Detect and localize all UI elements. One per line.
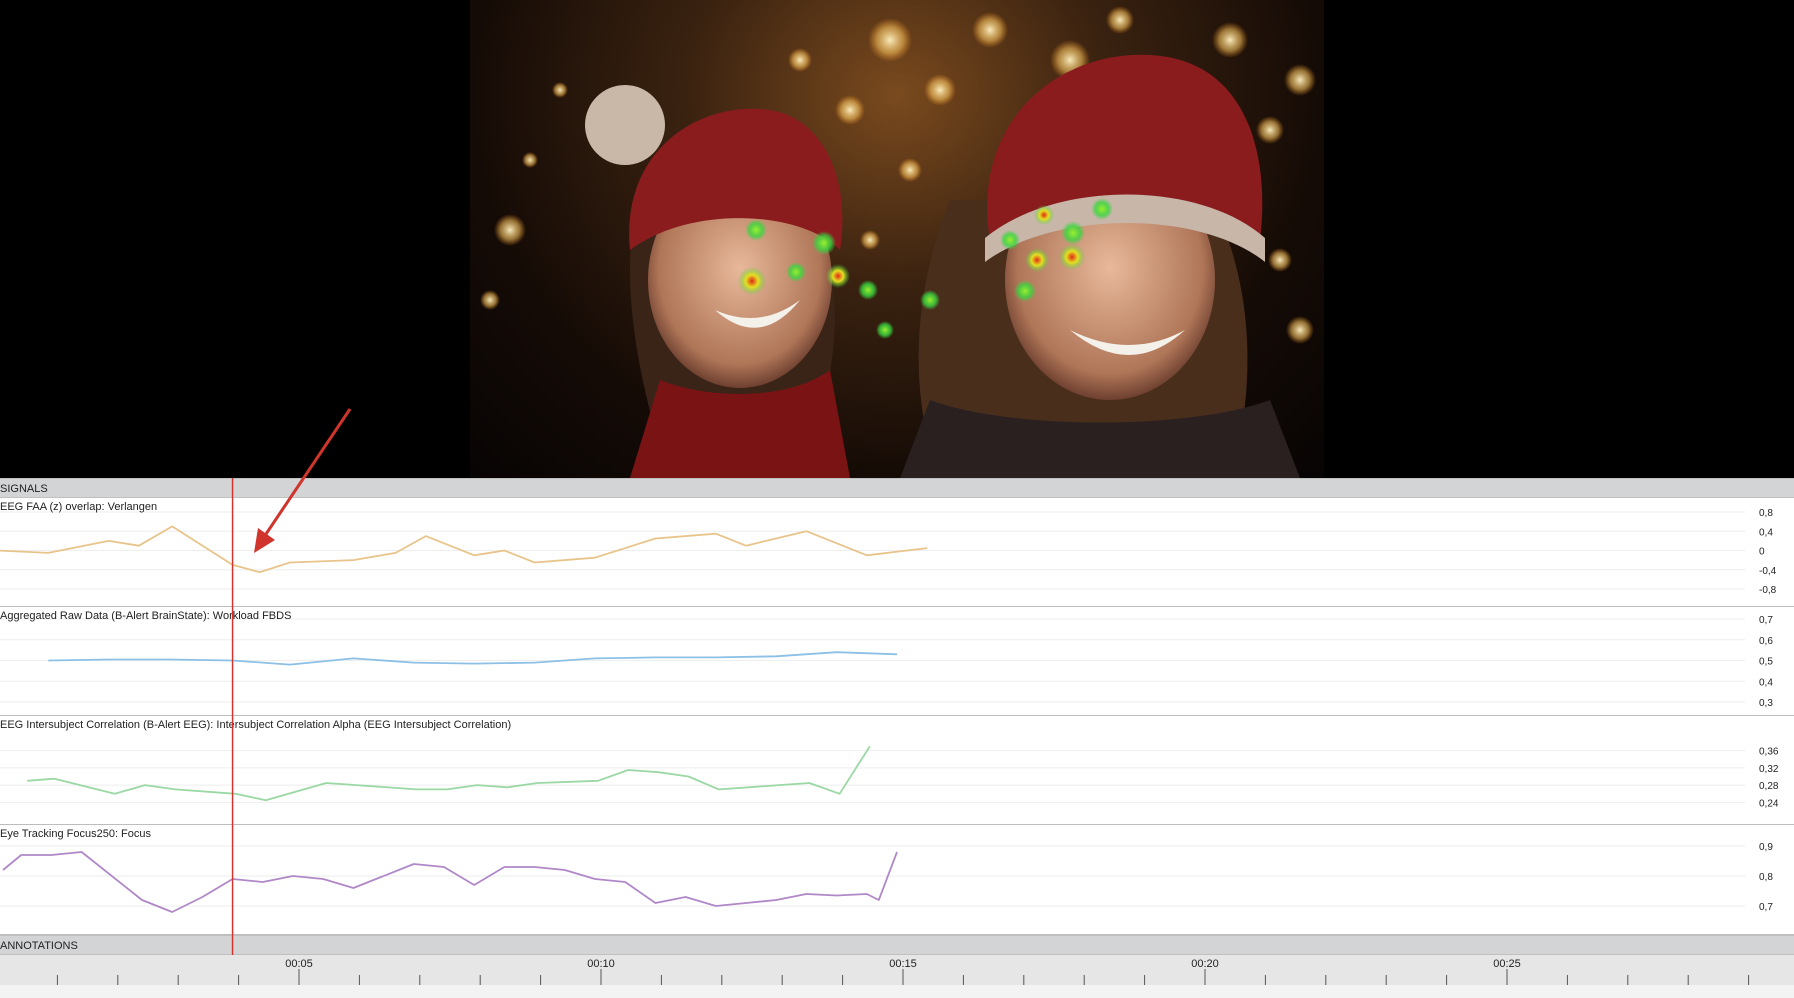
y-tick-label: 0,36 (1759, 747, 1779, 758)
gaze-fixation (876, 321, 894, 339)
bokeh-light (494, 214, 526, 246)
y-tick-label: 0,7 (1759, 615, 1773, 626)
bokeh-light (1212, 22, 1248, 58)
gaze-fixation (812, 231, 836, 255)
status-bar (0, 985, 1794, 998)
bokeh-light (552, 82, 568, 98)
gaze-fixation-hot (1034, 205, 1054, 225)
bokeh-light (1286, 316, 1314, 344)
timeline-ruler[interactable]: 00:05 00:10 00:15 00:20 00:25 (0, 955, 1794, 985)
signals-section-label: SIGNALS (0, 483, 48, 495)
bokeh-light (522, 152, 538, 168)
signal-line (2, 851, 898, 913)
signal-lane-workload[interactable]: 0,7 0,6 0,5 0,4 0,3 Aggregated Raw Data (B-A… (0, 607, 1794, 716)
y-tick-label: 0,4 (1759, 527, 1773, 538)
y-tick-label: 0,8 (1759, 508, 1773, 519)
y-tick-label: 0,8 (1759, 872, 1773, 883)
bokeh-light (1106, 6, 1134, 34)
signal-plot: 0,36 0,32 0,28 0,24 (0, 745, 1779, 809)
bokeh-light (788, 48, 812, 72)
bokeh-light (1256, 116, 1284, 144)
gaze-fixation (1061, 221, 1085, 245)
signal-line (0, 525, 928, 574)
gaze-fixation (858, 280, 878, 300)
signals-section-header[interactable]: SIGNALS (0, 478, 1794, 498)
bokeh-light (480, 290, 500, 310)
bokeh-light (924, 74, 956, 106)
y-tick-label: 0,3 (1759, 698, 1773, 709)
signal-lane-isc-alpha[interactable]: 0,36 0,32 0,28 0,24 EEG Intersubject Correl… (0, 716, 1794, 825)
time-tick-label: 00:10 (587, 958, 615, 970)
time-tick-label: 00:20 (1191, 958, 1219, 970)
y-tick-label: 0 (1759, 547, 1765, 558)
y-tick-label: 0,7 (1759, 902, 1773, 913)
stimulus-illustration (480, 6, 1316, 478)
gaze-fixation-hot (826, 264, 850, 288)
gaze-fixation-hot (1025, 248, 1049, 272)
signal-plot: 0,8 0,4 0 -0,4 -0,8 (0, 508, 1777, 596)
bokeh-light (860, 230, 880, 250)
y-tick-label: 0,9 (1759, 842, 1773, 853)
bokeh-light (1284, 64, 1316, 96)
time-tick-label: 00:25 (1493, 958, 1521, 970)
stimulus-viewer (0, 0, 1794, 478)
signals-panel: SIGNALS 0,8 0,4 0 -0,4 -0,8 EEG FAA (z) over… (0, 478, 1794, 998)
y-tick-label: 0,32 (1759, 764, 1779, 775)
y-tick-label: 0,24 (1759, 798, 1779, 809)
gaze-fixation (786, 262, 806, 282)
signal-label: Eye Tracking Focus250: Focus (0, 828, 152, 840)
signal-lane-eeg-faa[interactable]: 0,8 0,4 0 -0,4 -0,8 EEG FAA (z) overlap: Ver… (0, 498, 1794, 607)
gaze-fixation (1014, 280, 1036, 302)
signal-label: EEG FAA (z) overlap: Verlangen (0, 501, 158, 513)
signal-line (48, 651, 898, 666)
y-tick-label: 0,4 (1759, 677, 1773, 688)
gaze-fixation-hot (738, 267, 766, 295)
time-tick-label: 00:15 (889, 958, 917, 970)
gaze-fixation (745, 219, 767, 241)
time-tick-label: 00:05 (285, 958, 313, 970)
bokeh-light (972, 12, 1008, 48)
bokeh-light (898, 158, 922, 182)
y-tick-label: 0,6 (1759, 636, 1773, 647)
bokeh-light (835, 95, 865, 125)
annotations-section-header[interactable]: ANNOTATIONS (0, 935, 1794, 955)
bokeh-light (868, 18, 912, 62)
gaze-fixation (920, 290, 940, 310)
y-tick-label: 0,5 (1759, 657, 1773, 668)
y-tick-label: -0,8 (1759, 585, 1777, 596)
signal-line (27, 745, 871, 802)
gaze-fixation (1091, 198, 1113, 220)
signal-plot: 0,7 0,6 0,5 0,4 0,3 (0, 615, 1773, 709)
gaze-fixation (1000, 230, 1020, 250)
signal-lane-eye-focus[interactable]: 0,9 0,8 0,7 Eye Tracking Focus250: Focus (0, 825, 1794, 935)
signal-label: Aggregated Raw Data (B-Alert BrainState)… (0, 610, 292, 622)
gaze-fixation-hot (1059, 244, 1085, 270)
annotations-section-label: ANNOTATIONS (0, 940, 78, 952)
signal-plot: 0,9 0,8 0,7 (0, 842, 1773, 913)
signal-label: EEG Intersubject Correlation (B-Alert EE… (0, 719, 512, 731)
timeline-scale: 00:05 00:10 00:15 00:20 00:25 (56, 958, 1750, 985)
bokeh-light (1268, 248, 1292, 272)
y-tick-label: 0,28 (1759, 781, 1779, 792)
stimulus-photo (470, 0, 1324, 478)
y-tick-label: -0,4 (1759, 566, 1777, 577)
